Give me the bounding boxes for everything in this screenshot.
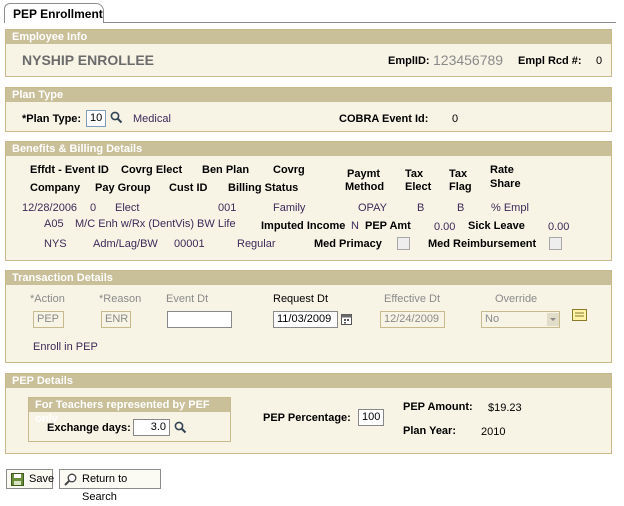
header-effdt-event: Effdt - Event ID <box>30 164 109 176</box>
effective-dt-input[interactable]: 12/24/2009 <box>380 311 445 328</box>
header-rate: Rate <box>490 164 514 176</box>
sick-leave-value: 0.00 <box>548 221 570 233</box>
return-to-search-label: Return to Search <box>82 473 128 503</box>
header-covrg-elect: Covrg Elect <box>121 164 183 176</box>
save-label: Save <box>29 473 55 485</box>
header-covrg: Covrg <box>273 164 305 176</box>
med-primacy-label: Med Primacy <box>314 238 382 250</box>
save-button[interactable]: Save <box>6 469 55 489</box>
exchange-days-input[interactable]: 3.0 <box>133 419 170 436</box>
section-title: Employee Info <box>6 30 611 44</box>
emplid-label: EmplID: <box>388 55 430 67</box>
reason-label: *Reason <box>99 293 142 305</box>
save-icon <box>11 473 24 486</box>
section-title: Transaction Details <box>6 271 611 285</box>
cobra-event-value: 0 <box>452 113 459 125</box>
billing-status-value: Regular <box>237 238 276 250</box>
covrg-elect-value: Elect <box>115 202 140 214</box>
header-share: Share <box>490 178 521 190</box>
section-title: Benefits & Billing Details <box>6 142 611 156</box>
header-company: Company <box>30 182 81 194</box>
effdt-value: 12/28/2006 <box>22 202 78 214</box>
pep-details-section: PEP Details For Teachers represented by … <box>5 373 612 454</box>
imputed-income-label: Imputed Income <box>261 220 346 232</box>
employee-name: NYSHIP ENROLLEE <box>22 52 154 68</box>
teachers-pef-box: For Teachers represented by PEF only Exc… <box>28 397 231 442</box>
pep-percentage-label: PEP Percentage: <box>263 412 351 424</box>
lookup-icon[interactable] <box>174 421 187 434</box>
override-label: Override <box>495 293 538 305</box>
plan-code-value: A05 <box>44 218 64 230</box>
reason-input[interactable]: ENR <box>101 311 131 328</box>
action-label: *Action <box>30 293 65 305</box>
event-id-value: 0 <box>90 202 97 214</box>
exchange-days-label: Exchange days: <box>47 422 131 434</box>
calendar-icon[interactable] <box>341 313 352 325</box>
empl-rcd-label: Empl Rcd #: <box>518 55 582 67</box>
header-pay-group: Pay Group <box>95 182 151 194</box>
employee-info-section: Employee Info NYSHIP ENROLLEE EmplID: 12… <box>5 29 612 77</box>
sick-leave-label: Sick Leave <box>468 220 525 232</box>
med-primacy-checkbox[interactable] <box>397 237 410 250</box>
tax-flag-value: B <box>457 202 465 214</box>
event-dt-input[interactable] <box>167 311 232 328</box>
pep-percentage-input[interactable]: 100 <box>358 409 384 426</box>
header-ben-plan: Ben Plan <box>202 164 250 176</box>
request-dt-label: Request Dt <box>273 293 329 305</box>
cust-id-value: 00001 <box>174 238 205 250</box>
pay-group-value: Adm/Lag/BW <box>93 238 158 250</box>
request-dt-input[interactable]: 11/03/2009 <box>273 311 338 328</box>
emplid-value: 123456789 <box>433 52 504 68</box>
pep-amount-value: $19.23 <box>488 402 522 414</box>
plan-type-desc: Medical <box>133 113 171 125</box>
benefits-billing-section: Benefits & Billing Details Effdt - Event… <box>5 141 612 261</box>
header-method: Method <box>345 181 385 193</box>
med-reimbursement-checkbox[interactable] <box>549 237 562 250</box>
plan-year-label: Plan Year: <box>403 425 456 437</box>
pep-amount-label: PEP Amount: <box>403 401 473 413</box>
tax-elect-value: B <box>417 202 425 214</box>
effective-dt-label: Effective Dt <box>384 293 441 305</box>
paymt-method-value: OPAY <box>358 202 387 214</box>
plan-type-label: *Plan Type: <box>22 113 82 125</box>
section-title: PEP Details <box>6 374 611 388</box>
pep-amt-value: 0.00 <box>434 221 456 233</box>
ben-plan-value: 001 <box>218 202 237 214</box>
header-tax-flag: Tax <box>449 168 468 180</box>
header-tax: Tax <box>405 168 424 180</box>
header-billing-status: Billing Status <box>228 182 299 194</box>
section-title: Plan Type <box>6 88 611 102</box>
comment-icon[interactable] <box>572 309 587 322</box>
return-to-search-button[interactable]: Return to Search <box>59 469 161 503</box>
tab-pep-enrollment[interactable]: PEP Enrollment <box>4 3 104 23</box>
rate-share-value: % Empl <box>491 202 529 214</box>
plan-desc-value: M/C Enh w/Rx (DentVis) BW Life <box>75 218 236 230</box>
plan-year-value: 2010 <box>481 426 506 438</box>
plan-type-section: Plan Type *Plan Type: 10 Medical COBRA E… <box>5 87 612 132</box>
header-paymt: Paymt <box>347 168 381 180</box>
empl-rcd-value: 0 <box>596 55 603 67</box>
header-cust-id: Cust ID <box>169 182 208 194</box>
search-icon <box>64 473 77 486</box>
action-input[interactable]: PEP <box>33 311 64 328</box>
reason-description: Enroll in PEP <box>33 341 98 353</box>
cobra-event-label: COBRA Event Id: <box>339 113 429 125</box>
med-reimbursement-label: Med Reimbursement <box>428 238 537 250</box>
override-selected-value: No <box>485 313 500 325</box>
pep-amt-label: PEP Amt <box>365 220 411 232</box>
plan-type-input[interactable]: 10 <box>86 110 106 127</box>
event-dt-label: Event Dt <box>166 293 209 305</box>
covrg-value: Family <box>273 202 306 214</box>
chevron-down-icon[interactable] <box>547 313 559 326</box>
lookup-icon[interactable] <box>110 111 123 124</box>
company-value: NYS <box>44 238 67 250</box>
header-flag: Flag <box>449 181 472 193</box>
header-elect: Elect <box>405 181 432 193</box>
imputed-income-value: N <box>351 220 359 232</box>
teachers-pef-title: For Teachers represented by PEF only <box>29 398 230 425</box>
transaction-details-section: Transaction Details *Action *Reason Even… <box>5 270 612 363</box>
